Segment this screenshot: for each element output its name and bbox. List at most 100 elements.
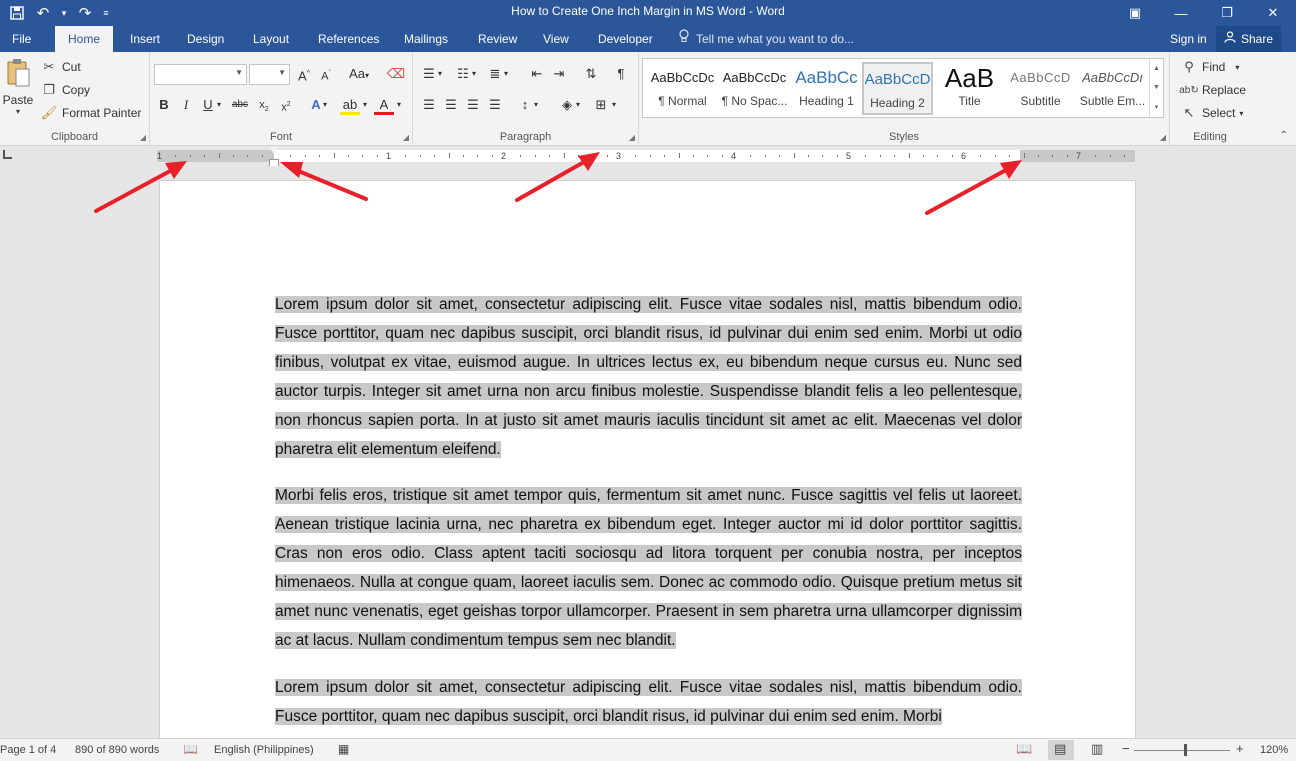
numbering-dropdown-icon[interactable]: ▾ [469,64,479,84]
ruler-tick [1109,155,1111,157]
close-icon[interactable]: ✕ [1250,0,1296,26]
tab-references[interactable]: References [314,26,383,52]
document-area[interactable]: Lorem ipsum dolor sit amet, consectetur … [0,166,1296,738]
clear-formatting-icon[interactable]: ⌫ [386,64,406,84]
tab-insert[interactable]: Insert [126,26,164,52]
paragraph-2[interactable]: Morbi felis eros, tristique sit amet tem… [275,481,1022,655]
borders-icon[interactable]: ⊞ [591,95,611,115]
restore-icon[interactable]: ❐ [1204,0,1250,26]
highlight-dropdown-icon[interactable]: ▾ [360,95,370,115]
shading-dropdown-icon[interactable]: ▾ [573,95,583,115]
tab-view[interactable]: View [539,26,573,52]
style-normal[interactable]: AaBbCcDc ¶ Normal [647,62,718,115]
person-icon [1224,26,1236,52]
paragraph-3[interactable]: Lorem ipsum dolor sit amet, consectetur … [275,673,1022,731]
tab-file[interactable]: File [8,26,35,52]
horizontal-ruler[interactable]: 1 1 2 3 4 5 6 7 [157,150,1135,162]
bullets-dropdown-icon[interactable]: ▾ [435,64,445,84]
align-left-icon[interactable]: ☰ [419,95,439,115]
highlight-icon[interactable]: ab [340,95,360,115]
tab-mailings[interactable]: Mailings [400,26,452,52]
proofing-icon[interactable]: 📖 [183,742,198,756]
style-heading-2[interactable]: AaBbCcD Heading 2 [862,62,933,115]
multilevel-dropdown-icon[interactable]: ▾ [501,64,511,84]
strikethrough-icon[interactable]: abc [230,95,250,115]
ruler-tick [290,155,292,157]
shrink-font-icon[interactable]: Aˇ [316,64,336,84]
tab-layout[interactable]: Layout [249,26,293,52]
first-line-indent-marker[interactable] [269,147,279,154]
superscript-icon[interactable]: x2 [276,95,296,115]
document-page[interactable]: Lorem ipsum dolor sit amet, consectetur … [159,180,1136,738]
ribbon-options-icon[interactable]: ▣ [1112,0,1158,26]
font-launcher-icon[interactable]: ◢ [403,133,409,142]
ruler-tick [1124,155,1126,157]
font-color-icon[interactable]: A [374,95,394,115]
subscript-icon[interactable]: x2 [254,95,274,115]
web-layout-icon[interactable]: ▥ [1091,741,1103,757]
tab-developer[interactable]: Developer [594,26,657,52]
style-preview: AaBbCcD [864,71,931,88]
align-center-icon[interactable]: ☰ [441,95,461,115]
tell-me-search[interactable]: Tell me what you want to do... [678,26,854,52]
bold-icon[interactable]: B [154,95,174,115]
collapse-ribbon-icon[interactable]: ⌃ [1280,130,1288,141]
style-subtitle[interactable]: AaBbCcD Subtitle [1005,62,1076,115]
select-button[interactable]: ↖ Select ▾ [1180,104,1244,122]
change-case-button[interactable]: Aa▾ [344,64,374,84]
word-count[interactable]: 890 of 890 words [75,744,159,756]
sort-icon[interactable]: ⇅ [581,64,601,84]
tab-design[interactable]: Design [183,26,228,52]
sign-in-link[interactable]: Sign in [1170,26,1207,52]
clipboard-launcher-icon[interactable]: ◢ [140,133,146,142]
line-spacing-dropdown-icon[interactable]: ▾ [531,95,541,115]
paragraph-launcher-icon[interactable]: ◢ [629,133,635,142]
styles-launcher-icon[interactable]: ◢ [1160,133,1166,142]
borders-dropdown-icon[interactable]: ▾ [609,95,619,115]
paste-icon [5,58,31,91]
style-title[interactable]: AaB Title [934,62,1005,115]
show-hide-marks-icon[interactable]: ¶ [611,64,631,84]
text-effects-dropdown-icon[interactable]: ▾ [320,95,330,115]
align-right-icon[interactable]: ☰ [463,95,483,115]
style-subtle-emphasis[interactable]: AaBbCcDı Subtle Em... [1077,62,1148,115]
zoom-in-icon[interactable]: + [1236,741,1244,756]
tab-stop-selector[interactable] [3,150,12,159]
underline-dropdown-icon[interactable]: ▾ [214,95,224,115]
font-size-select[interactable]: ▼ [249,64,290,85]
justify-icon[interactable]: ☰ [485,95,505,115]
copy-button[interactable]: ❐ Copy [40,81,90,99]
decrease-indent-icon[interactable]: ⇤ [527,64,547,84]
tab-home[interactable]: Home [55,26,114,52]
zoom-out-icon[interactable]: − [1122,741,1130,756]
zoom-slider-thumb[interactable] [1184,744,1187,756]
increase-indent-icon[interactable]: ⇥ [549,64,569,84]
style-no-spacing[interactable]: AaBbCcDc ¶ No Spac... [719,62,790,115]
chevron-down-icon[interactable]: ▼ [1153,84,1160,91]
replace-button[interactable]: ab↻ Replace [1179,81,1246,99]
italic-icon[interactable]: I [176,95,196,115]
grow-font-icon[interactable]: A^ [294,64,314,84]
ruler-tick [649,155,651,157]
find-button[interactable]: ⚲ Find ▾ [1180,58,1239,76]
language[interactable]: English (Philippines) [214,744,314,756]
print-layout-icon[interactable]: ▤ [1054,741,1066,757]
font-name-select[interactable]: ▼ [154,64,247,85]
page-count[interactable]: Page 1 of 4 [0,744,56,756]
gallery-scroll[interactable]: ▲ ▼ ▾ [1149,59,1163,117]
macro-recording-icon[interactable]: ▦ [338,742,349,756]
paragraph-1[interactable]: Lorem ipsum dolor sit amet, consectetur … [275,290,1022,464]
share-button[interactable]: Share [1216,26,1282,52]
format-painter-button[interactable]: 🖌 Format Painter [40,104,142,122]
style-heading-1[interactable]: AaBbCc Heading 1 [791,62,862,115]
chevron-up-icon[interactable]: ▲ [1153,65,1160,72]
zoom-slider[interactable] [1134,750,1230,751]
tab-review[interactable]: Review [474,26,521,52]
font-color-dropdown-icon[interactable]: ▾ [394,95,404,115]
cut-button[interactable]: ✂ Cut [40,58,81,76]
read-mode-icon[interactable]: 📖 [1016,741,1032,757]
paste-button[interactable]: Paste ▾ [2,58,34,116]
gallery-more-icon[interactable]: ▾ [1155,103,1159,111]
zoom-level[interactable]: 120% [1260,744,1288,756]
minimize-icon[interactable]: — [1158,0,1204,26]
